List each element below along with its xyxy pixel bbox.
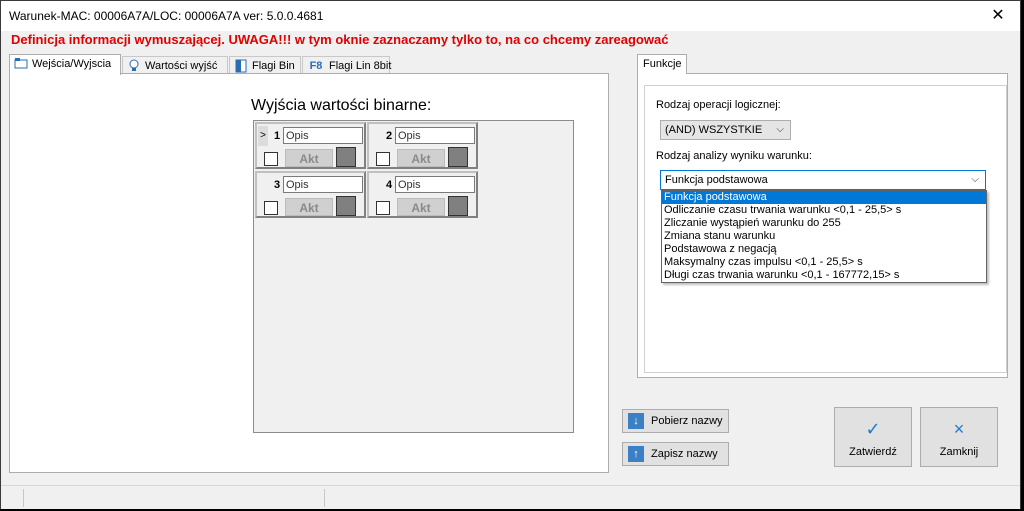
zapisz-nazwy-button[interactable]: ↑ Zapisz nazwy xyxy=(622,442,729,466)
f8-icon: F8 xyxy=(309,60,323,73)
tab-label: Flagi Lin 8bit xyxy=(329,60,392,72)
tab-label: Flagi Bin xyxy=(252,60,295,72)
status-divider xyxy=(23,489,24,507)
dropdown-option[interactable]: Zmiana stanu warunku xyxy=(662,230,986,243)
analysis-type-select[interactable]: Funkcja podstawowa ⌵ xyxy=(660,170,986,190)
button-label: Zapisz nazwy xyxy=(651,448,718,460)
button-label: Pobierz nazwy xyxy=(651,415,723,427)
output-state-indicator xyxy=(448,147,468,167)
close-icon: × xyxy=(953,419,965,439)
status-divider xyxy=(324,489,325,507)
dialog-window: Warunek-MAC: 00006A7A/LOC: 00006A7A ver:… xyxy=(0,0,1021,509)
warning-text: Definicja informacji wymuszającej. UWAGA… xyxy=(11,32,669,47)
akt-button[interactable]: Akt xyxy=(397,149,445,167)
output-checkbox[interactable] xyxy=(376,201,390,215)
analysis-dropdown-list: Funkcja podstawowa Odliczanie czasu trwa… xyxy=(661,190,987,283)
dropdown-option[interactable]: Odliczanie czasu trwania warunku <0,1 - … xyxy=(662,204,986,217)
akt-button[interactable]: Akt xyxy=(285,198,333,216)
tab-flagi-lin-8bit[interactable]: F8 Flagi Lin 8bit xyxy=(302,56,392,74)
analysis-type-label: Rodzaj analizy wyniku warunku: xyxy=(656,150,812,162)
outputs-label: Wyjścia wartości binarne: xyxy=(251,97,432,114)
pobierz-nazwy-button[interactable]: ↓ Pobierz nazwy xyxy=(622,409,729,433)
dropdown-option[interactable]: Maksymalny czas impulsu <0,1 - 25,5> s xyxy=(662,256,986,269)
output-checkbox[interactable] xyxy=(376,152,390,166)
output-description-field[interactable]: Opis xyxy=(283,176,363,193)
output-number: 2 xyxy=(386,130,393,142)
dropdown-option[interactable]: Zliczanie wystąpień warunku do 255 xyxy=(662,217,986,230)
tab-flagi-bin[interactable]: Flagi Bin xyxy=(229,56,301,74)
op-type-select[interactable]: (AND) WSZYSTKIE ⌵ xyxy=(660,120,791,140)
row-selector-marker: > xyxy=(258,126,268,146)
window-title: Warunek-MAC: 00006A7A/LOC: 00006A7A ver:… xyxy=(9,9,324,23)
dropdown-option[interactable]: Długi czas trwania warunku <0,1 - 167772… xyxy=(662,269,986,282)
chevron-down-icon: ⌵ xyxy=(776,124,784,135)
output-cell-4: 4 Opis Akt xyxy=(367,171,478,218)
download-names-icon: ↓ xyxy=(628,413,644,429)
tabs-icon xyxy=(14,57,28,71)
op-type-value: (AND) WSZYSTKIE xyxy=(665,124,763,136)
outputs-grid: > 1 Opis Akt 2 Opis Akt 3 Opis Akt 4 Opi… xyxy=(253,120,574,433)
output-number: 3 xyxy=(274,179,281,191)
output-state-indicator xyxy=(336,196,356,216)
output-description-field[interactable]: Opis xyxy=(283,127,363,144)
dropdown-option[interactable]: Funkcja podstawowa xyxy=(662,191,986,204)
button-label: Zamknij xyxy=(939,446,979,458)
dropdown-option[interactable]: Podstawowa z negacją xyxy=(662,243,986,256)
output-cell-2: 2 Opis Akt xyxy=(367,122,478,169)
tab-wejscia-wyjscia[interactable]: Wejścia/Wyjscia xyxy=(9,54,121,75)
output-description-field[interactable]: Opis xyxy=(395,176,475,193)
lightbulb-icon xyxy=(127,59,141,73)
akt-button[interactable]: Akt xyxy=(285,149,333,167)
status-bar xyxy=(1,485,1020,509)
chevron-down-icon: ⌵ xyxy=(971,174,979,185)
analysis-type-value: Funkcja podstawowa xyxy=(665,174,768,186)
output-description-field[interactable]: Opis xyxy=(395,127,475,144)
zatwierdz-button[interactable]: ✓ Zatwierdź xyxy=(834,407,912,467)
output-cell-1: > 1 Opis Akt xyxy=(255,122,366,169)
output-state-indicator xyxy=(336,147,356,167)
output-number: 4 xyxy=(386,179,393,191)
op-type-label: Rodzaj operacji logicznej: xyxy=(656,99,781,111)
close-window-icon[interactable]: ✕ xyxy=(978,1,1018,31)
zamknij-button[interactable]: × Zamknij xyxy=(920,407,998,467)
flag-bin-icon xyxy=(234,59,248,73)
tab-funkcje[interactable]: Funkcje xyxy=(637,54,687,74)
output-state-indicator xyxy=(448,196,468,216)
output-number: 1 xyxy=(274,130,281,142)
checkmark-icon: ✓ xyxy=(865,419,881,439)
tab-label: Wejścia/Wyjscia xyxy=(32,58,112,70)
akt-button[interactable]: Akt xyxy=(397,198,445,216)
save-names-icon: ↑ xyxy=(628,446,644,462)
title-bar: Warunek-MAC: 00006A7A/LOC: 00006A7A ver:… xyxy=(1,1,1020,31)
output-checkbox[interactable] xyxy=(264,152,278,166)
tab-wartosci-wyjsc[interactable]: Wartości wyjść xyxy=(122,56,228,74)
button-label: Zatwierdź xyxy=(849,446,897,458)
output-checkbox[interactable] xyxy=(264,201,278,215)
output-cell-3: 3 Opis Akt xyxy=(255,171,366,218)
tab-label: Wartości wyjść xyxy=(145,60,218,72)
